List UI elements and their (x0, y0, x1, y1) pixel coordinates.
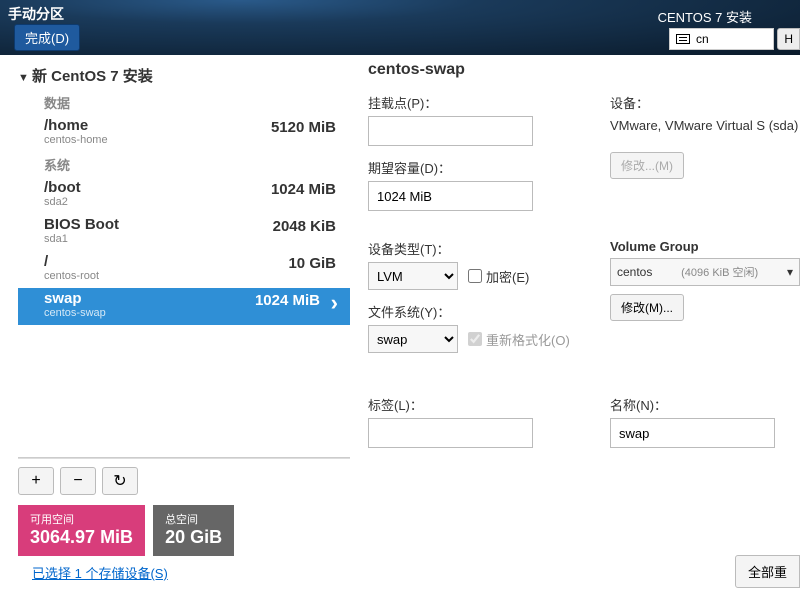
partition-size: 5120 MiB (271, 119, 336, 136)
partition-row-home[interactable]: /home centos-home 5120 MiB (18, 115, 350, 152)
volume-group-select[interactable]: centos (4096 KiB 空闲) ▾ (610, 258, 800, 286)
total-space-label: 总空间 (165, 511, 222, 527)
partition-row-swap[interactable]: swap centos-swap 1024 MiB (18, 288, 350, 325)
name-input[interactable] (610, 418, 775, 448)
modify-vg-button[interactable]: 修改(M)... (610, 294, 684, 321)
partition-row-boot[interactable]: /boot sda2 1024 MiB (18, 177, 350, 214)
storage-devices-link[interactable]: 已选择 1 个存储设备(S) (16, 547, 168, 582)
details-panel: centos-swap 挂载点(P)： 期望容量(D)： 设备： VMware,… (350, 55, 800, 556)
mountpoint-label: 挂载点(P)： (368, 93, 588, 112)
vg-free: (4096 KiB 空闲) (681, 264, 758, 280)
filesystem-select[interactable]: swap (368, 325, 458, 353)
partition-size: 2048 KiB (273, 218, 336, 235)
capacity-label: 期望容量(D)： (368, 158, 588, 177)
help-button[interactable]: H (777, 28, 800, 50)
reload-button[interactable] (102, 467, 138, 495)
install-root-node[interactable]: 新 CentOS 7 安装 (18, 61, 350, 90)
device-type-select[interactable]: LVM (368, 262, 458, 290)
partition-row-root[interactable]: / centos-root 10 GiB (18, 251, 350, 288)
details-title: centos-swap (368, 61, 800, 79)
add-partition-button[interactable]: + (18, 467, 54, 495)
total-space-value: 20 GiB (165, 527, 222, 548)
page-title: 手动分区 (8, 4, 64, 24)
reset-all-button[interactable]: 全部重 (735, 555, 800, 588)
partition-toolbar: + − (18, 458, 350, 505)
volume-group-label: Volume Group (610, 239, 800, 254)
partition-size: 1024 MiB (271, 181, 336, 198)
reformat-checkbox: 重新格式化(O) (468, 330, 570, 349)
available-space-value: 3064.97 MiB (30, 527, 133, 548)
mountpoint-input[interactable] (368, 116, 533, 146)
partition-row-biosboot[interactable]: BIOS Boot sda1 2048 KiB (18, 214, 350, 251)
partition-size: 10 GiB (288, 255, 336, 272)
filesystem-label: 文件系统(Y)： (368, 302, 588, 321)
done-button[interactable]: 完成(D) (14, 24, 80, 51)
available-space-label: 可用空间 (30, 511, 133, 527)
device-text: VMware, VMware Virtual S (sda) (610, 116, 800, 136)
chevron-down-icon: ▾ (787, 265, 793, 279)
partition-sidebar: 新 CentOS 7 安装 数据 /home centos-home 5120 … (0, 55, 350, 556)
encrypt-input[interactable] (468, 269, 482, 283)
reformat-input (468, 332, 482, 346)
modify-device-button: 修改...(M) (610, 152, 684, 179)
category-data: 数据 (18, 90, 350, 115)
encrypt-checkbox[interactable]: 加密(E) (468, 267, 529, 286)
capacity-input[interactable] (368, 181, 533, 211)
partition-size: 1024 MiB (255, 292, 320, 309)
keyboard-layout-label: cn (696, 32, 709, 46)
label-label: 标签(L)： (368, 395, 588, 414)
top-bar: 手动分区 CENTOS 7 安装 完成(D) cn H (0, 0, 800, 55)
vg-name: centos (617, 265, 652, 279)
category-system: 系统 (18, 152, 350, 177)
device-label: 设备： (610, 93, 800, 112)
installer-title: CENTOS 7 安装 (658, 7, 752, 26)
label-input[interactable] (368, 418, 533, 448)
keyboard-layout-selector[interactable]: cn (669, 28, 774, 50)
device-type-label: 设备类型(T)： (368, 239, 588, 258)
remove-partition-button[interactable]: − (60, 467, 96, 495)
name-label: 名称(N)： (610, 395, 800, 414)
keyboard-icon (676, 34, 690, 44)
